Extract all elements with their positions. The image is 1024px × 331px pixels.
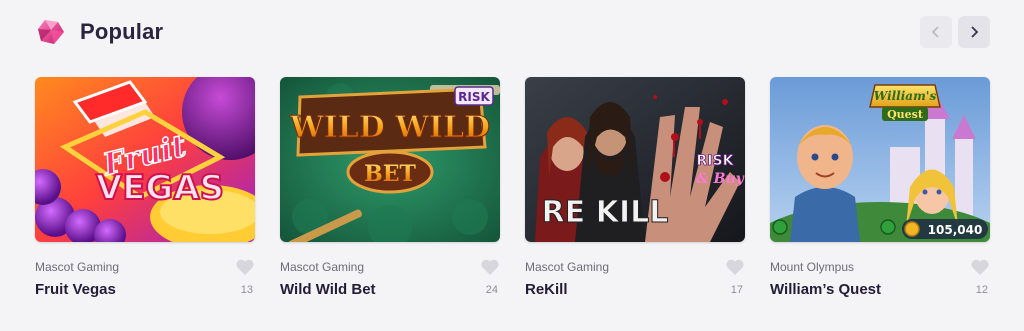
heart-icon[interactable] <box>970 258 990 276</box>
art-text: & Buy <box>696 171 745 187</box>
like-count: 13 <box>240 284 253 296</box>
like-count: 17 <box>730 284 743 296</box>
heart-icon[interactable] <box>725 258 745 276</box>
game-provider: Mascot Gaming <box>35 260 120 274</box>
game-card-fruit-vegas[interactable]: Fruit VEGAS Mascot Gaming Fruit Vegas 13 <box>35 77 255 302</box>
game-provider: Mount Olympus <box>770 260 855 274</box>
game-thumbnail[interactable]: William's Quest 105,040 <box>770 77 990 242</box>
section-header: Popular <box>36 14 163 50</box>
art-text: RISK <box>458 90 490 104</box>
game-title[interactable]: William’s Quest <box>770 281 990 298</box>
game-provider: Mascot Gaming <box>280 260 365 274</box>
game-title[interactable]: Wild Wild Bet <box>280 281 500 298</box>
art-text: RE KILL <box>542 195 669 230</box>
heart-icon[interactable] <box>480 258 500 276</box>
chevron-left-icon <box>931 26 939 38</box>
game-title[interactable]: Fruit Vegas <box>35 281 255 298</box>
game-carousel: Fruit VEGAS Mascot Gaming Fruit Vegas 13 <box>35 77 990 302</box>
gem-icon <box>38 20 64 44</box>
game-card-wild-wild-bet[interactable]: WILD WILD BET RISK Mascot Gaming Wild Wi… <box>280 77 500 302</box>
art-text: 105,040 <box>928 223 983 237</box>
game-meta: Mascot Gaming Wild Wild Bet 24 <box>280 258 500 302</box>
art-text: William's <box>874 89 937 103</box>
game-meta: Mascot Gaming Fruit Vegas 13 <box>35 258 255 302</box>
art-text: RISK <box>697 153 735 169</box>
section-title: Popular <box>80 19 164 44</box>
next-button[interactable] <box>958 16 990 48</box>
like-count: 24 <box>485 284 498 296</box>
heart-icon[interactable] <box>235 258 255 276</box>
game-thumbnail[interactable]: RE KILL RISK & Buy <box>525 77 745 242</box>
art-text: Quest <box>887 108 924 121</box>
game-meta: Mount Olympus William’s Quest 12 <box>770 258 990 302</box>
game-title[interactable]: ReKill <box>525 281 745 298</box>
game-card-williams-quest[interactable]: William's Quest 105,040 Mount Olympus Wi… <box>770 77 990 302</box>
game-meta: Mascot Gaming ReKill 17 <box>525 258 745 302</box>
prev-button[interactable] <box>920 16 952 48</box>
art-text: VEGAS <box>96 168 224 208</box>
art-text: BET <box>364 161 416 187</box>
chevron-right-icon <box>971 26 979 38</box>
game-thumbnail[interactable]: Fruit VEGAS <box>35 77 255 242</box>
game-thumbnail[interactable]: WILD WILD BET RISK <box>280 77 500 242</box>
art-text: WILD WILD <box>289 110 490 145</box>
game-provider: Mascot Gaming <box>525 260 610 274</box>
like-count: 12 <box>975 284 988 296</box>
carousel-nav <box>920 16 990 48</box>
game-card-rekill[interactable]: RE KILL RISK & Buy Mascot Gaming ReKill … <box>525 77 745 302</box>
